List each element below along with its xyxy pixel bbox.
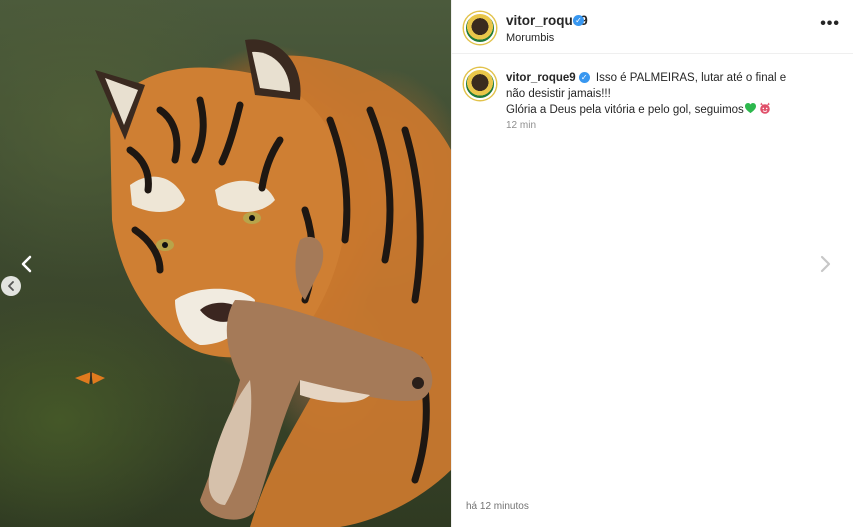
carousel-back-button[interactable] (1, 276, 21, 296)
avatar[interactable] (464, 68, 496, 100)
carousel-next-arrow[interactable] (812, 251, 838, 277)
caption-time[interactable]: 12 min (506, 120, 536, 131)
post-header: vitor_roque9 ✓ Morumbis ••• (452, 0, 853, 54)
green-heart-icon (744, 103, 756, 114)
devil-face-icon (759, 102, 770, 114)
caption-username[interactable]: vitor_roque9 (506, 72, 576, 84)
carousel-prev-arrow[interactable] (14, 251, 40, 277)
avatar[interactable] (464, 12, 496, 44)
caption-line2: Glória a Deus pela vitória e pelo gol, s… (506, 102, 806, 118)
chevron-left-icon (8, 281, 14, 291)
post-timestamp[interactable]: há 12 minutos (466, 501, 529, 512)
post-location[interactable]: Morumbis (506, 32, 554, 44)
caption-text-line2: Glória a Deus pela vitória e pelo gol, s… (506, 104, 744, 116)
post-viewer: vitor_roque9 ✓ Morumbis ••• vitor_roque9… (0, 0, 853, 527)
chevron-right-icon (820, 255, 831, 273)
post-side-panel: vitor_roque9 ✓ Morumbis ••• vitor_roque9… (451, 0, 853, 527)
tiger-image (75, 39, 451, 527)
more-options-icon[interactable]: ••• (820, 15, 840, 33)
caption-body: vitor_roque9 ✓ Isso é PALMEIRAS, lutar at… (506, 70, 806, 118)
verified-badge-icon: ✓ (573, 15, 584, 26)
verified-badge-icon: ✓ (578, 72, 590, 83)
post-image[interactable] (0, 0, 451, 527)
chevron-left-icon (21, 255, 32, 273)
